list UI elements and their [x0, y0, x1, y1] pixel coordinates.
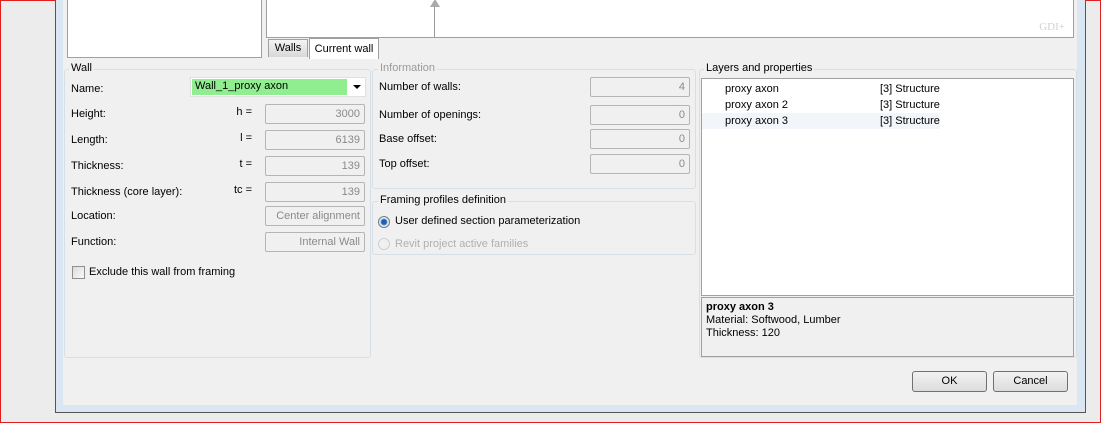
field-input[interactable]: Center alignment [265, 206, 365, 226]
field-symbol: tc = [233, 184, 252, 196]
layer-function: [3] Structure [880, 115, 940, 127]
tab-walls[interactable]: Walls [268, 39, 308, 57]
layer-row[interactable]: proxy axon 2 [3] Structure [702, 97, 940, 113]
cancel-button[interactable]: Cancel [993, 371, 1068, 392]
field-input[interactable]: 6139 [265, 130, 365, 150]
axis-arrow-icon [434, 5, 435, 37]
arrowhead-icon [430, 0, 440, 7]
layer-row[interactable]: proxy axon 3 [3] Structure [702, 113, 940, 129]
field-label: Length: [71, 134, 108, 146]
layer-function: [3] Structure [880, 99, 940, 111]
field-symbol: t = [239, 158, 252, 170]
info-label: Base offset: [379, 133, 437, 145]
info-input: 0 [590, 105, 690, 125]
radio-revit-families [378, 238, 390, 250]
field-input[interactable]: 3000 [265, 104, 365, 124]
walls-list[interactable] [67, 0, 262, 58]
info-input: 0 [590, 154, 690, 174]
layer-name: proxy axon 2 [725, 99, 788, 111]
radio-revit-families-label: Revit project active families [395, 238, 529, 250]
exclude-label[interactable]: Exclude this wall from framing [89, 266, 235, 278]
radio-user-defined-label[interactable]: User defined section parameterization [395, 215, 580, 227]
layer-details-title: proxy axon 3 [706, 301, 774, 313]
layers-group-title: Layers and properties [704, 62, 815, 74]
wall-name-value: Wall_1_proxy axon [192, 79, 347, 95]
field-label: Height: [71, 108, 106, 120]
tab-current-wall[interactable]: Current wall [309, 38, 379, 59]
layer-function: [3] Structure [880, 83, 940, 95]
layer-details-panel: proxy axon 3 Material: Softwood, Lumber … [701, 297, 1074, 357]
info-label: Number of walls: [379, 81, 461, 93]
field-label: Location: [71, 210, 116, 222]
field-label: Thickness: [71, 160, 124, 172]
renderer-label: GDI+ [1039, 21, 1065, 33]
layer-details-thickness: Thickness: 120 [706, 327, 780, 339]
info-input: 4 [590, 77, 690, 97]
name-label: Name: [71, 83, 104, 95]
wall-group-title: Wall [69, 62, 94, 74]
info-label: Number of openings: [379, 109, 482, 121]
layers-list[interactable]: proxy axon [3] Structure proxy axon 2 [3] S… [701, 78, 1074, 296]
info-label: Top offset: [379, 158, 430, 170]
info-input: 0 [590, 129, 690, 149]
information-group-title: Information [378, 62, 438, 74]
radio-user-defined[interactable] [378, 216, 390, 228]
exclude-checkbox[interactable] [72, 266, 85, 279]
framing-group-title: Framing profiles definition [378, 194, 508, 206]
field-label: Thickness (core layer): [71, 186, 183, 198]
layer-details-material: Material: Softwood, Lumber [706, 314, 841, 326]
field-input[interactable]: 139 [265, 182, 365, 202]
ok-button[interactable]: OK [912, 371, 987, 392]
layer-name: proxy axon 3 [725, 115, 788, 127]
wall-preview: GDI+ [266, 0, 1074, 38]
layer-name: proxy axon [725, 83, 779, 95]
field-input[interactable]: 139 [265, 156, 365, 176]
field-symbol: h = [236, 106, 252, 118]
field-input[interactable]: Internal Wall [265, 232, 365, 252]
wall-name-combobox[interactable]: Wall_1_proxy axon [190, 77, 366, 97]
field-symbol: l = [240, 132, 252, 144]
chevron-down-icon[interactable] [353, 85, 361, 89]
layer-row[interactable]: proxy axon [3] Structure [702, 81, 940, 97]
field-label: Function: [71, 236, 117, 248]
